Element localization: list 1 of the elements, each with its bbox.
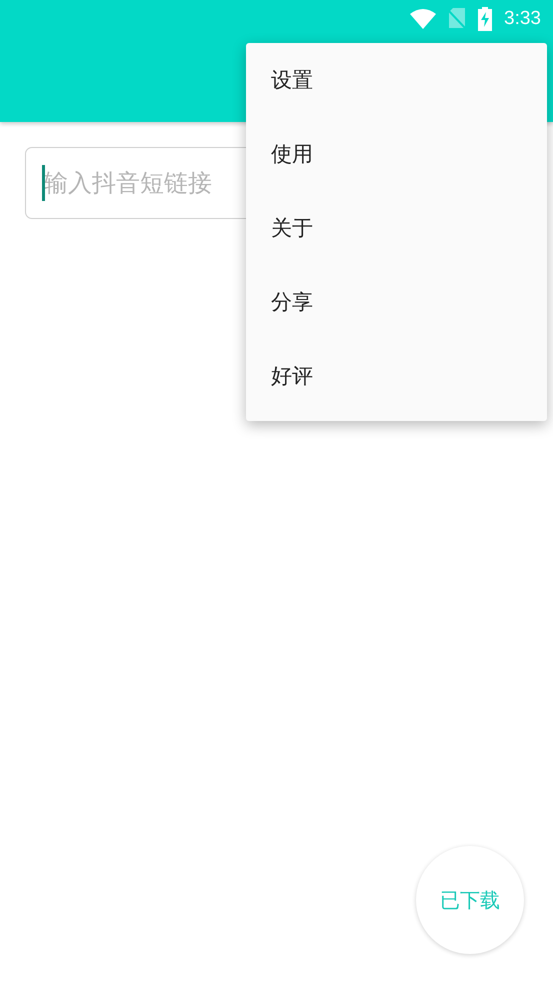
status-time: 3:33 <box>504 8 541 30</box>
